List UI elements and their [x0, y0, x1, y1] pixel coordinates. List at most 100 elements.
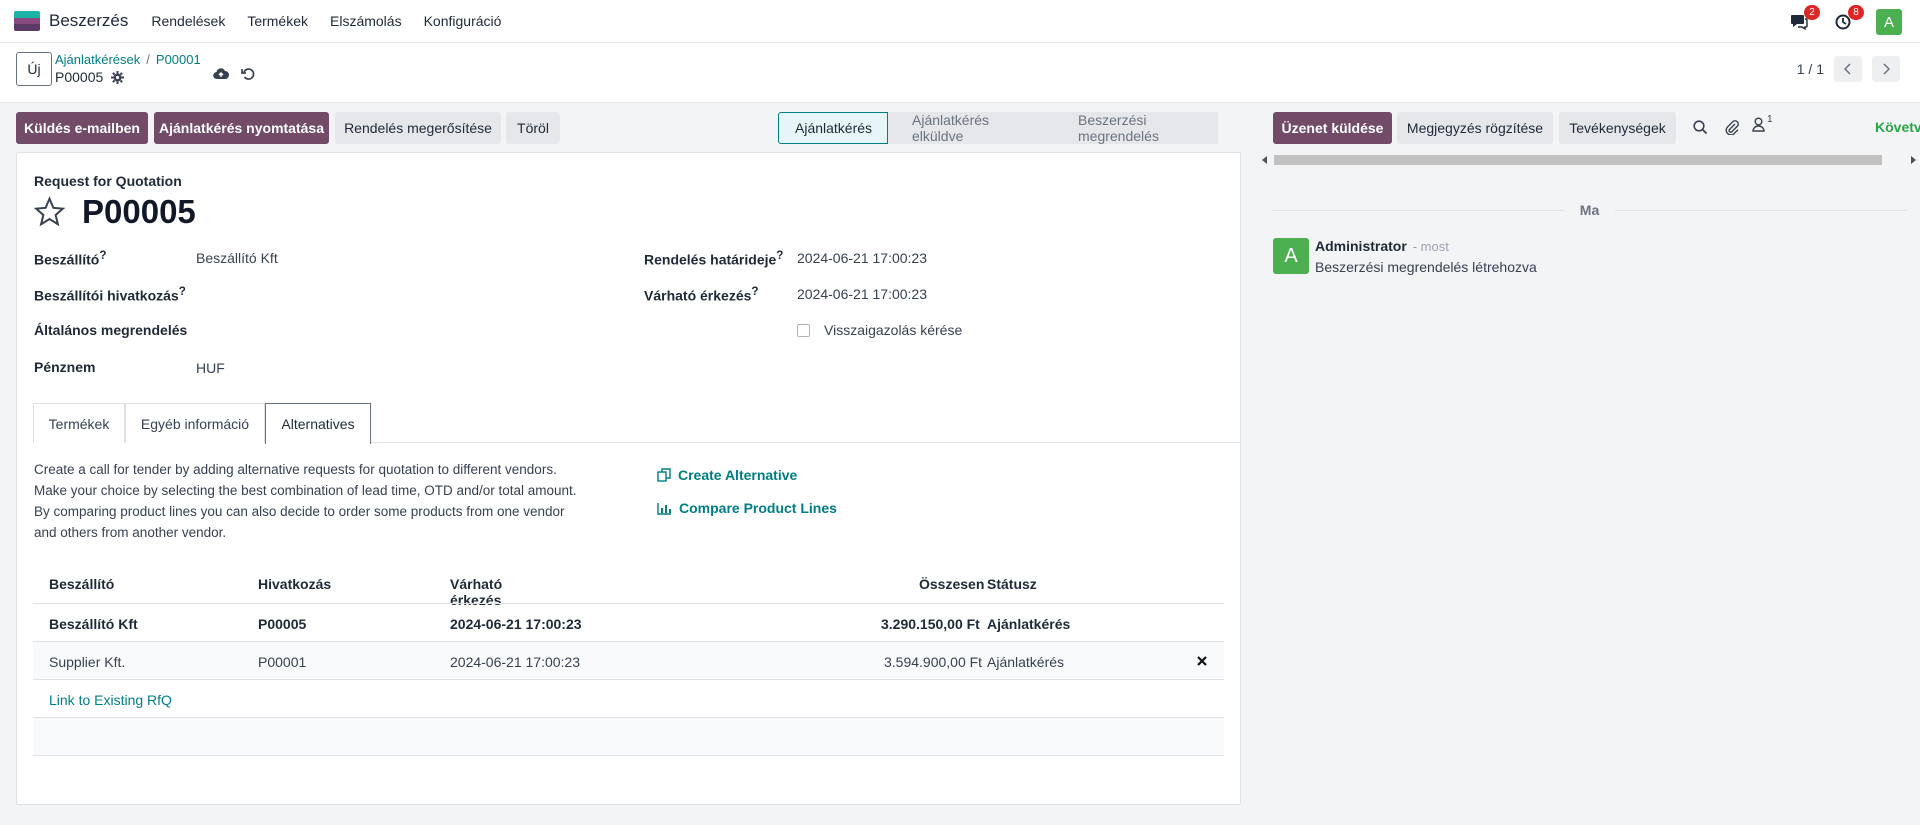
menu-products[interactable]: Termékek	[236, 13, 319, 29]
followers-button[interactable]: 1	[1752, 114, 1773, 132]
message-header: Administrator - most	[1315, 238, 1449, 254]
discard-icon[interactable]	[241, 67, 255, 81]
user-avatar[interactable]: A	[1876, 9, 1902, 35]
breadcrumb: Ajánlatkérések / P00001	[55, 52, 201, 67]
top-navbar: Beszerzés Rendelések Termékek Elszámolás…	[0, 0, 1920, 43]
activities-button[interactable]: Tevékenységek	[1559, 112, 1676, 144]
field-currency-value[interactable]: HUF	[196, 360, 225, 376]
purchase-app-icon[interactable]	[14, 11, 40, 31]
field-expected-arrival-label: Várható érkezés?	[644, 285, 759, 304]
tab-products[interactable]: Termékek	[33, 403, 125, 443]
gear-icon[interactable]	[111, 70, 125, 84]
send-email-button[interactable]: Küldés e-mailben	[16, 112, 148, 144]
ack-label[interactable]: Visszaigazolás kérése	[824, 322, 962, 338]
vendor-help[interactable]: ?	[99, 249, 106, 262]
activities-badge: 8	[1848, 5, 1864, 20]
scroll-left-icon[interactable]	[1262, 156, 1268, 164]
paperclip-icon[interactable]	[1724, 119, 1739, 135]
menu-reporting[interactable]: Elszámolás	[319, 13, 413, 29]
table-row[interactable]: Beszállító Kft P00005 2024-06-21 17:00:2…	[33, 603, 1224, 641]
tab-other-info[interactable]: Egyéb információ	[125, 403, 265, 443]
field-ack: Visszaigazolás kérése	[797, 322, 962, 338]
status-bar: Ajánlatkérés Ajánlatkérés elküldve Besze…	[778, 112, 1218, 144]
follow-button[interactable]: Követve	[1875, 119, 1920, 135]
alternatives-description: Create a call for tender by adding alter…	[34, 462, 577, 540]
vendor-ref-help[interactable]: ?	[179, 285, 186, 298]
scrollbar-thumb[interactable]	[1274, 155, 1882, 165]
order-deadline-help[interactable]: ?	[776, 249, 783, 262]
followers-count: 1	[1767, 114, 1773, 125]
pager-value[interactable]: 1 / 1	[1797, 61, 1824, 77]
scroll-right-icon[interactable]	[1910, 156, 1916, 164]
main-menu: Rendelések Termékek Elszámolás Konfigurá…	[140, 13, 512, 29]
menu-orders[interactable]: Rendelések	[140, 13, 236, 29]
new-button[interactable]: Új	[16, 52, 52, 86]
col-reference[interactable]: Hivatkozás	[258, 576, 331, 592]
pager-previous[interactable]	[1834, 56, 1862, 82]
field-vendor-label: Beszállító?	[34, 249, 107, 268]
ack-checkbox[interactable]	[797, 323, 810, 337]
field-vendor-ref-label: Beszállítói hivatkozás?	[34, 285, 186, 304]
star-icon[interactable]	[33, 196, 66, 228]
pager: 1 / 1	[1797, 56, 1900, 82]
field-expected-arrival-value[interactable]: 2024-06-21 17:00:23	[797, 286, 927, 302]
bar-chart-icon	[657, 502, 671, 515]
field-vendor-value[interactable]: Beszállító Kft	[196, 250, 278, 266]
field-blanket-order-value[interactable]	[196, 322, 596, 340]
breadcrumb-separator: /	[146, 52, 150, 67]
col-total[interactable]: Összesen	[919, 576, 984, 592]
field-vendor-ref-value[interactable]	[196, 285, 596, 303]
navbar-systray: 2 8 A	[1788, 5, 1902, 35]
col-status[interactable]: Státusz	[987, 576, 1037, 592]
stage-rfq[interactable]: Ajánlatkérés	[778, 112, 888, 144]
user-icon	[1752, 117, 1765, 132]
expected-arrival-help[interactable]: ?	[751, 285, 758, 298]
table-row[interactable]: Supplier Kft. P00001 2024-06-21 17:00:23…	[33, 641, 1224, 679]
title-row: P00005	[33, 193, 196, 231]
remove-icon[interactable]	[1197, 656, 1207, 666]
create-alternative-button[interactable]: Create Alternative	[657, 467, 797, 483]
record-name: P00005	[55, 69, 125, 85]
date-separator-label: Ma	[1579, 202, 1600, 218]
document-type-label: Request for Quotation	[34, 173, 182, 189]
chevron-left-icon	[1844, 63, 1851, 75]
menu-configuration[interactable]: Konfiguráció	[413, 13, 513, 29]
breadcrumb-p00001[interactable]: P00001	[156, 52, 201, 67]
field-currency-label: Pénznem	[34, 359, 96, 375]
record-actions	[213, 67, 255, 81]
cloud-save-icon[interactable]	[213, 67, 229, 81]
compare-product-lines-button[interactable]: Compare Product Lines	[657, 500, 837, 516]
notebook-tabs: Termékek Egyéb információ Alternatives	[33, 403, 1241, 444]
message-author-avatar[interactable]: A	[1273, 238, 1309, 274]
field-order-deadline-label: Rendelés határideje?	[644, 249, 784, 268]
confirm-order-button[interactable]: Rendelés megerősítése	[335, 112, 501, 144]
print-rfq-button[interactable]: Ajánlatkérés nyomtatása	[154, 112, 329, 144]
messages-badge: 2	[1804, 5, 1820, 20]
table-bottom-border	[33, 755, 1224, 756]
message-author[interactable]: Administrator	[1315, 238, 1407, 254]
field-order-deadline-value[interactable]: 2024-06-21 17:00:23	[797, 250, 927, 266]
field-blanket-order-label: Általános megrendelés	[34, 322, 188, 338]
log-note-button[interactable]: Megjegyzés rögzítése	[1397, 112, 1553, 144]
activities-button[interactable]: 8	[1832, 5, 1864, 33]
message-time: - most	[1412, 239, 1449, 254]
send-message-button[interactable]: Üzenet küldése	[1273, 112, 1392, 144]
cancel-button[interactable]: Töröl	[506, 112, 560, 144]
control-panel: Új Ajánlatkérések / P00001 P00005 1 / 1	[0, 43, 1920, 103]
chevron-right-icon	[1883, 63, 1890, 75]
copy-icon	[657, 468, 671, 482]
record-name-text: P00005	[55, 69, 104, 85]
messages-button[interactable]: 2	[1788, 5, 1820, 33]
stage-purchase-order[interactable]: Beszerzési megrendelés	[1054, 112, 1218, 144]
breadcrumb-rfqs[interactable]: Ajánlatkérések	[55, 52, 140, 67]
date-separator: Ma	[1272, 201, 1908, 219]
pager-next[interactable]	[1872, 56, 1900, 82]
search-icon[interactable]	[1693, 120, 1708, 135]
col-vendor[interactable]: Beszállító	[49, 576, 114, 592]
app-name[interactable]: Beszerzés	[49, 11, 128, 31]
link-existing-rfq[interactable]: Link to Existing RfQ	[49, 692, 172, 708]
table-row-empty	[33, 717, 1224, 755]
tab-alternatives[interactable]: Alternatives	[265, 403, 371, 444]
stage-rfq-sent[interactable]: Ajánlatkérés elküldve	[888, 112, 1054, 144]
horizontal-scrollbar[interactable]	[1258, 153, 1920, 167]
